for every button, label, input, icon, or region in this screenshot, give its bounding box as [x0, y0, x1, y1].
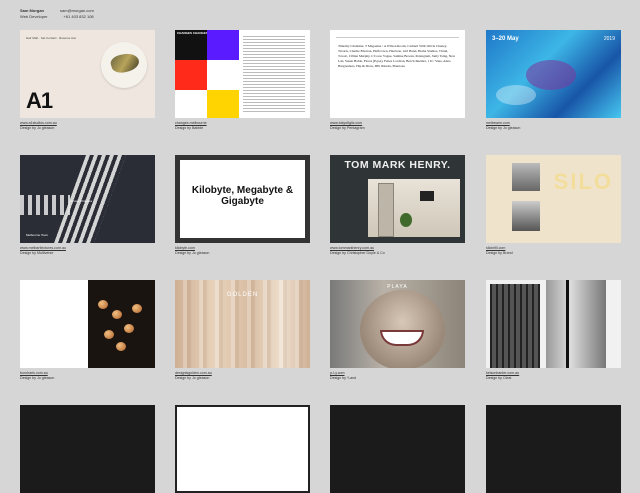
fruit-shape	[104, 330, 114, 339]
door-image	[378, 183, 394, 237]
card-credit: Design by Jo gleason	[20, 126, 55, 130]
thumb-subtitle: Arrows Changes	[70, 199, 93, 203]
portfolio-card-silo[interactable]: SILO siloinfill.com Design by Brand	[486, 155, 621, 256]
portfolio-card-playa[interactable]: PLAYA p-l-y.com Design by Y-and	[330, 280, 465, 381]
thumbnail-golden[interactable]: GOLDEN	[175, 280, 310, 368]
card-credit: Design by Pentagram	[330, 126, 365, 130]
thumb-nav	[336, 34, 459, 38]
thumb-logo: SILO	[553, 169, 613, 194]
portfolio-card-tokyo[interactable]: Timothy Chalamet, T Magazine / A Wilson …	[330, 30, 465, 131]
text-list	[243, 34, 305, 114]
thumbnail-silo[interactable]: SILO	[486, 155, 621, 243]
thumb-logo: GOLDEN	[226, 292, 259, 298]
card-credit: Design by Babble	[175, 126, 204, 130]
author-role: Web Developer	[20, 14, 48, 19]
thumbnail-a1[interactable]: Hair Matt · Set Contact · Reserve Ave A1	[20, 30, 155, 118]
thumbnail-changes[interactable]: CHANGES CHANGES CHANGES 4 & 7 4.6	[175, 30, 310, 118]
fruit-shape	[98, 300, 108, 309]
thumb-title: Kilobyte, Megabyte & Gigabyte	[191, 185, 294, 207]
card-credit: Design by Multiverse	[20, 251, 54, 255]
thumb-subtitle: Hair Matt · Set Contact · Reserve Ave	[26, 36, 77, 40]
portfolio-card-row4-2[interactable]	[175, 405, 310, 493]
card-credit: Design by Christopher Doyle & Co	[330, 251, 385, 255]
portfolio-card-changes[interactable]: CHANGES CHANGES CHANGES 4 & 7 4.6 change…	[175, 30, 310, 131]
author-phone[interactable]: +61 403 832 108	[64, 14, 94, 20]
card-credit: Design by Jo gleason	[175, 251, 210, 255]
thumbnail-playa[interactable]: PLAYA	[330, 280, 465, 368]
building-photo	[512, 163, 540, 191]
card-credit: Design by Jo gleason	[20, 376, 55, 380]
color-block-yellow	[207, 90, 239, 118]
portfolio-card-tommarkhenry[interactable]: TOM MARK HENRY. www.tommarkhenry.com.au …	[330, 155, 465, 256]
portfolio-card-swim[interactable]: 3–20 May 2019 melbswim.com Design by Jo …	[486, 30, 621, 131]
portfolio-card-kilobyte[interactable]: Kilobyte, Megabyte & Gigabyte kilobyte.c…	[175, 155, 310, 256]
fruit-shape	[116, 342, 126, 351]
crosswalk-image	[20, 195, 70, 215]
thumbnail-row4-2[interactable]	[175, 405, 310, 493]
plant-image	[400, 213, 412, 227]
thumb-logo: PLAYA	[387, 284, 408, 290]
portfolio-card-a1[interactable]: Hair Matt · Set Contact · Reserve Ave A1…	[20, 30, 155, 131]
building-photo	[490, 284, 540, 368]
portfolio-card-kelson[interactable]: kelsonbanter.com.au Design by Cleat	[486, 280, 621, 381]
card-credit: Design by Jo gleason	[486, 126, 521, 130]
color-block-red	[175, 60, 207, 90]
thumbnail-tommarkhenry[interactable]: TOM MARK HENRY.	[330, 155, 465, 243]
thumb-year: 2019	[603, 36, 615, 42]
fruit-photo	[88, 280, 155, 368]
portfolio-card-row4-3[interactable]	[330, 405, 465, 493]
color-block-purple	[207, 30, 239, 60]
card-credit: Design by Brand	[486, 251, 513, 255]
thumbnail-crossing[interactable]: Arrows Changes Melbourne Town	[20, 155, 155, 243]
thumb-logo: A1	[26, 88, 53, 113]
thumb-title: Melbourne Town	[26, 233, 48, 237]
portfolio-card-buro[interactable]: buroharis.com.au Design by Jo gleason	[20, 280, 155, 381]
thumb-title: TOM MARK HENRY.	[344, 159, 451, 171]
water-shape	[496, 85, 536, 105]
thumbnail-tokyo[interactable]: Timothy Chalamet, T Magazine / A Wilson …	[330, 30, 465, 118]
thumbnail-swim[interactable]: 3–20 May 2019	[486, 30, 621, 118]
artwork-image	[420, 191, 434, 201]
building-photo	[512, 201, 540, 231]
thumbnail-buro[interactable]	[20, 280, 155, 368]
thumb-date: 3–20 May	[492, 36, 519, 42]
fruit-shape	[124, 324, 134, 333]
card-credit: Design by Y-and	[330, 376, 357, 380]
portfolio-card-row4-4[interactable]	[486, 405, 621, 493]
thumbnail-row4-3[interactable]	[330, 405, 465, 493]
card-credit: Design by Cleat	[486, 376, 512, 380]
face-photo	[360, 290, 445, 368]
building-photo	[546, 280, 606, 368]
water-shape	[526, 60, 576, 90]
thumbnail-row4-4[interactable]	[486, 405, 621, 493]
fruit-shape	[112, 310, 122, 319]
thumbnail-row4-1[interactable]	[20, 405, 155, 493]
fruit-shape	[132, 304, 142, 313]
thumbnail-kilobyte[interactable]: Kilobyte, Megabyte & Gigabyte	[175, 155, 310, 243]
thumbnail-kelson[interactable]	[486, 280, 621, 368]
pole-image	[566, 280, 569, 368]
thumb-text: Timothy Chalamet, T Magazine / A Wilson …	[338, 44, 456, 68]
card-credit: Design by Jo gleason	[175, 376, 210, 380]
portfolio-card-crossing[interactable]: Arrows Changes Melbourne Town www.melbar…	[20, 155, 155, 256]
portfolio-card-row4-1[interactable]	[20, 405, 155, 493]
page-header: Sam Morgan sam@morgan.com Web Developer …	[20, 8, 94, 20]
portfolio-card-golden[interactable]: GOLDEN designisgolden.com.au Design by J…	[175, 280, 310, 381]
